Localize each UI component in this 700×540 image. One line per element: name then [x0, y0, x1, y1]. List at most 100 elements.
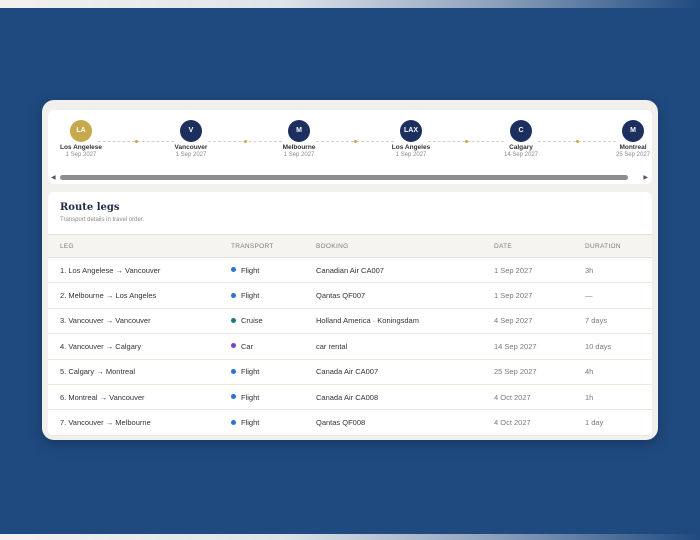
stop-date: 1 Sep 2027 — [175, 152, 207, 158]
transport-cell: Flight — [231, 359, 316, 385]
transport-mode-dot-icon — [231, 343, 236, 349]
connector-dot — [576, 140, 579, 143]
transport-mode-dot-icon — [231, 368, 236, 374]
timeline-stops: LA Los Angelese 1 Sep 2027 V Vancouver 1 Sep … — [48, 110, 652, 172]
top-edge-strip — [0, 0, 700, 8]
timeline-stop[interactable]: C Calgary 14 Sep 2027 — [476, 120, 566, 158]
stop-city: Los Angeles — [391, 144, 431, 151]
transport-mode-dot-icon — [231, 267, 236, 273]
date-cell: 14 Sep 2027 — [494, 333, 585, 360]
stop-badge: LAX — [400, 120, 422, 142]
duration-cell: 3h — [585, 257, 652, 284]
bottom-edge-strip — [0, 534, 700, 540]
connector-dot — [135, 140, 138, 143]
table-row[interactable]: 3. Vancouver → Vancouver Cruise Holland Am… — [48, 308, 652, 335]
leg-cell: 2. Melbourne → Los Angeles — [48, 282, 231, 309]
booking-cell: Canada Air CA007 — [316, 359, 494, 385]
stop-date: 1 Sep 2027 — [283, 152, 315, 158]
date-cell: 1 Sep 2027 — [494, 257, 585, 284]
scroll-left-icon[interactable]: ◀ — [51, 174, 56, 181]
timeline-scrollbar[interactable]: ◀ ▶ — [48, 172, 652, 184]
date-cell: 1 Sep 2027 — [494, 282, 585, 309]
itinerary-card: LA Los Angelese 1 Sep 2027 V Vancouver 1 Sep … — [42, 100, 658, 440]
stop-badge: M — [288, 120, 310, 142]
timeline-stop[interactable]: LAX Los Angeles 1 Sep 2027 — [366, 120, 456, 158]
stop-badge: M — [622, 120, 644, 142]
stop-city: Los Angelese — [59, 144, 103, 151]
transport-label: Cruise — [241, 316, 263, 326]
timeline-stop[interactable]: M Montreal 25 Sep 2027 — [588, 120, 652, 158]
table-row[interactable]: 2. Melbourne → Los Angeles Flight Qantas Q… — [48, 282, 652, 309]
date-cell: 4 Sep 2027 — [494, 308, 585, 335]
booking-cell: Qantas QF008 — [316, 409, 494, 436]
column-header-date: DATE — [494, 234, 585, 258]
date-cell: 25 Sep 2027 — [494, 359, 585, 385]
booking-cell: Qantas QF007 — [316, 282, 494, 309]
transport-mode-dot-icon — [231, 394, 236, 400]
duration-cell: 1 day — [585, 409, 652, 436]
leg-cell: 1. Los Angelese → Vancouver — [48, 257, 231, 284]
transport-mode-dot-icon — [231, 292, 236, 298]
route-legs-subtitle: Transport details in travel order. — [60, 217, 145, 223]
duration-cell: — — [585, 282, 652, 309]
timeline-stop[interactable]: LA Los Angelese 1 Sep 2027 — [48, 120, 126, 158]
transport-label: Flight — [241, 392, 260, 402]
leg-cell: 4. Vancouver → Calgary — [48, 333, 231, 360]
connector-dot — [465, 140, 468, 143]
duration-cell: 7 days — [585, 308, 652, 335]
transport-label: Car — [241, 341, 254, 351]
transport-label: Flight — [241, 291, 260, 301]
table-row[interactable]: 6. Montreal → Vancouver Flight Canada Air … — [48, 384, 652, 411]
scroll-right-icon[interactable]: ▶ — [643, 174, 648, 181]
stop-date: 1 Sep 2027 — [65, 152, 97, 158]
booking-cell: Canadian Air CA007 — [316, 257, 494, 284]
transport-cell: Flight — [231, 409, 316, 436]
stop-date: 14 Sep 2027 — [503, 152, 539, 158]
scrollbar-thumb[interactable] — [60, 175, 628, 180]
column-header-duration: DURATION — [585, 234, 652, 258]
route-legs-title: Route legs — [60, 202, 120, 213]
leg-cell: 6. Montreal → Vancouver — [48, 384, 231, 411]
timeline-stop[interactable]: V Vancouver 1 Sep 2027 — [146, 120, 236, 158]
transport-cell: Flight — [231, 384, 316, 411]
stop-badge: LA — [70, 120, 92, 142]
booking-cell: Canada Air CA008 — [316, 384, 494, 411]
date-cell: 4 Oct 2027 — [494, 384, 585, 411]
transport-cell: Cruise — [231, 308, 316, 335]
route-legs-panel: Route legs Transport details in travel o… — [48, 192, 652, 436]
route-legs-table: LEG TRANSPORT BOOKING DATE DURATION 1. L… — [48, 234, 652, 436]
duration-cell: 10 days — [585, 333, 652, 360]
transport-cell: Flight — [231, 257, 316, 284]
duration-cell: 1h — [585, 384, 652, 411]
leg-cell: 5. Calgary → Montreal — [48, 359, 231, 385]
route-timeline[interactable]: LA Los Angelese 1 Sep 2027 V Vancouver 1 Sep … — [48, 110, 652, 184]
stop-date: 25 Sep 2027 — [615, 152, 651, 158]
table-row[interactable]: 1. Los Angelese → Vancouver Flight Canadia… — [48, 257, 652, 284]
column-header-booking: BOOKING — [316, 234, 494, 258]
transport-mode-dot-icon — [231, 317, 236, 323]
stop-city: Vancouver — [174, 144, 208, 151]
stop-city: Melbourne — [282, 144, 316, 151]
table-row[interactable]: 5. Calgary → Montreal Flight Canada Air CA… — [48, 359, 652, 385]
transport-mode-dot-icon — [231, 419, 236, 425]
column-header-transport: TRANSPORT — [231, 234, 316, 258]
timeline-stop[interactable]: M Melbourne 1 Sep 2027 — [254, 120, 344, 158]
leg-cell: 7. Vancouver → Melbourne — [48, 409, 231, 436]
transport-label: Flight — [241, 418, 260, 428]
table-row[interactable]: 4. Vancouver → Calgary Car car rental 14 Se… — [48, 333, 652, 360]
transport-cell: Flight — [231, 282, 316, 309]
booking-cell: car rental — [316, 333, 494, 360]
booking-cell: Holland America · Koningsdam — [316, 308, 494, 335]
stop-city: Calgary — [509, 144, 533, 151]
column-header-leg: LEG — [48, 234, 231, 258]
date-cell: 4 Oct 2027 — [494, 409, 585, 436]
transport-label: Flight — [241, 265, 260, 275]
transport-cell: Car — [231, 333, 316, 360]
table-row[interactable]: 7. Vancouver → Melbourne Flight Qantas QF0… — [48, 409, 652, 436]
table-header-row: LEG TRANSPORT BOOKING DATE DURATION — [48, 234, 652, 258]
transport-label: Flight — [241, 367, 260, 377]
connector-dot — [354, 140, 357, 143]
stop-city: Montreal — [619, 144, 647, 151]
connector-dot — [244, 140, 247, 143]
stop-date: 1 Sep 2027 — [395, 152, 427, 158]
